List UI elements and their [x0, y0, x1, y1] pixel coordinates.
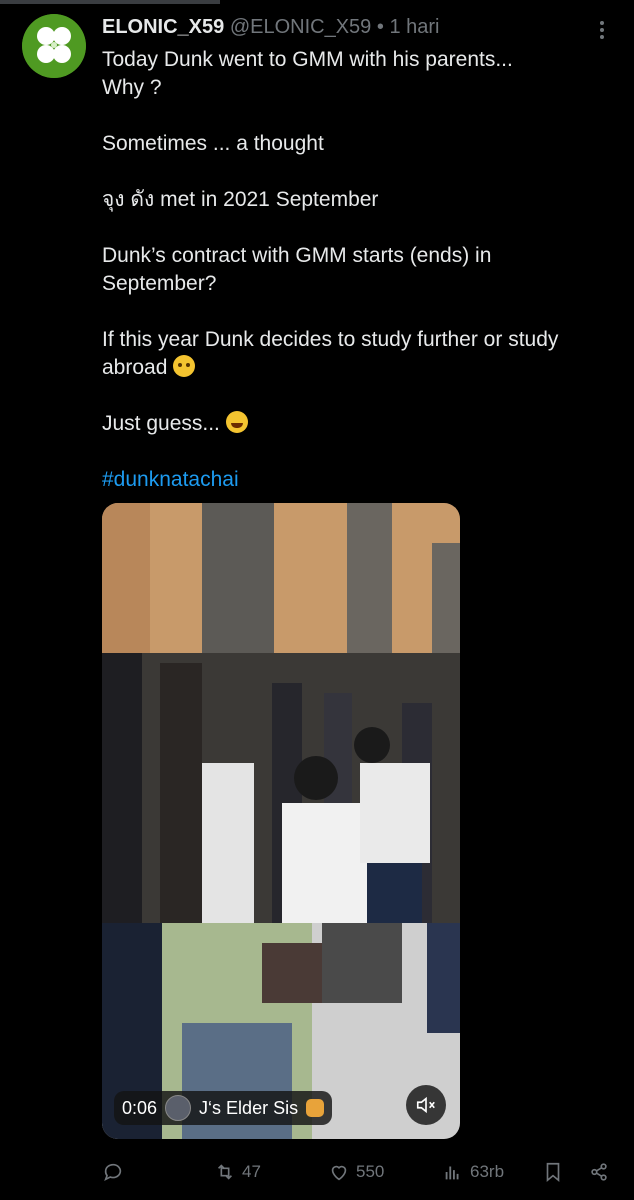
- post-header: ELONIC_X59 @ELONIC_X59 • 1 hari: [102, 16, 574, 39]
- video-player[interactable]: 0:06 J‘s Elder Sis: [102, 503, 460, 1139]
- reply-icon: [104, 1163, 122, 1182]
- paragraph: Dunk’s contract with GMM starts (ends) i…: [102, 242, 622, 298]
- video-overlay-info: 0:06 J‘s Elder Sis: [114, 1091, 333, 1125]
- post-text: Today Dunk went to GMM with his parents.…: [102, 46, 622, 522]
- text-line: Sometimes ... a thought: [102, 132, 324, 155]
- reply-button[interactable]: [102, 1158, 130, 1186]
- overlay-label: J‘s Elder Sis: [199, 1097, 299, 1118]
- text-line: Why ?: [102, 76, 162, 99]
- mute-button[interactable]: [406, 1085, 446, 1125]
- views-button[interactable]: 63rb: [442, 1158, 504, 1186]
- like-count: 550: [356, 1162, 385, 1181]
- retweet-count: 47: [242, 1162, 261, 1181]
- video-time: 0:06: [122, 1097, 158, 1118]
- video-frame: [102, 503, 460, 1139]
- laughing-face-emoji: [225, 411, 248, 433]
- paragraph: #dunknatachai: [102, 466, 622, 494]
- text-line: abroad: [102, 356, 168, 379]
- post-time[interactable]: 1 hari: [389, 16, 439, 38]
- paragraph: If this year Dunk decides to study furth…: [102, 326, 622, 382]
- text-line: Just guess...: [102, 412, 220, 435]
- display-name[interactable]: ELONIC_X59: [102, 16, 224, 38]
- share-button[interactable]: [588, 1158, 610, 1186]
- handle[interactable]: @ELONIC_X59: [230, 16, 371, 38]
- creator-avatar: [165, 1095, 192, 1121]
- text-line: Dunk’s contract with GMM starts (ends) i…: [102, 244, 492, 267]
- four-leaf-clover-icon: [22, 14, 86, 78]
- retweet-icon: [217, 1164, 233, 1180]
- bookmark-button[interactable]: [542, 1158, 564, 1186]
- thinking-face-emoji: [173, 355, 196, 377]
- text-line: จุง ดัง met in 2021 September: [102, 188, 379, 211]
- paragraph: Today Dunk went to GMM with his parents.…: [102, 46, 622, 102]
- paragraph: Just guess...: [102, 410, 622, 438]
- fist-emoji-icon: [306, 1099, 325, 1117]
- scroll-indicator: [0, 0, 220, 4]
- share-icon: [591, 1163, 607, 1181]
- separator: •: [376, 16, 384, 38]
- paragraph: จุง ดัง met in 2021 September: [102, 186, 622, 214]
- hashtag-link[interactable]: #dunknatachai: [102, 468, 239, 491]
- more-options-icon[interactable]: [590, 18, 614, 42]
- like-button[interactable]: 550: [328, 1158, 384, 1186]
- avatar[interactable]: [22, 14, 86, 78]
- retweet-button[interactable]: 47: [214, 1158, 261, 1186]
- text-line: If this year Dunk decides to study furth…: [102, 328, 559, 351]
- text-line: Today Dunk went to GMM with his parents.…: [102, 48, 513, 71]
- bookmark-icon: [546, 1162, 560, 1183]
- text-line: September?: [102, 272, 217, 295]
- action-bar: 47 550 63rb: [102, 1158, 622, 1186]
- heart-icon: [331, 1165, 347, 1181]
- paragraph: Sometimes ... a thought: [102, 130, 622, 158]
- analytics-icon: [445, 1166, 459, 1180]
- speaker-muted-icon: [416, 1096, 435, 1114]
- views-count: 63rb: [470, 1162, 505, 1181]
